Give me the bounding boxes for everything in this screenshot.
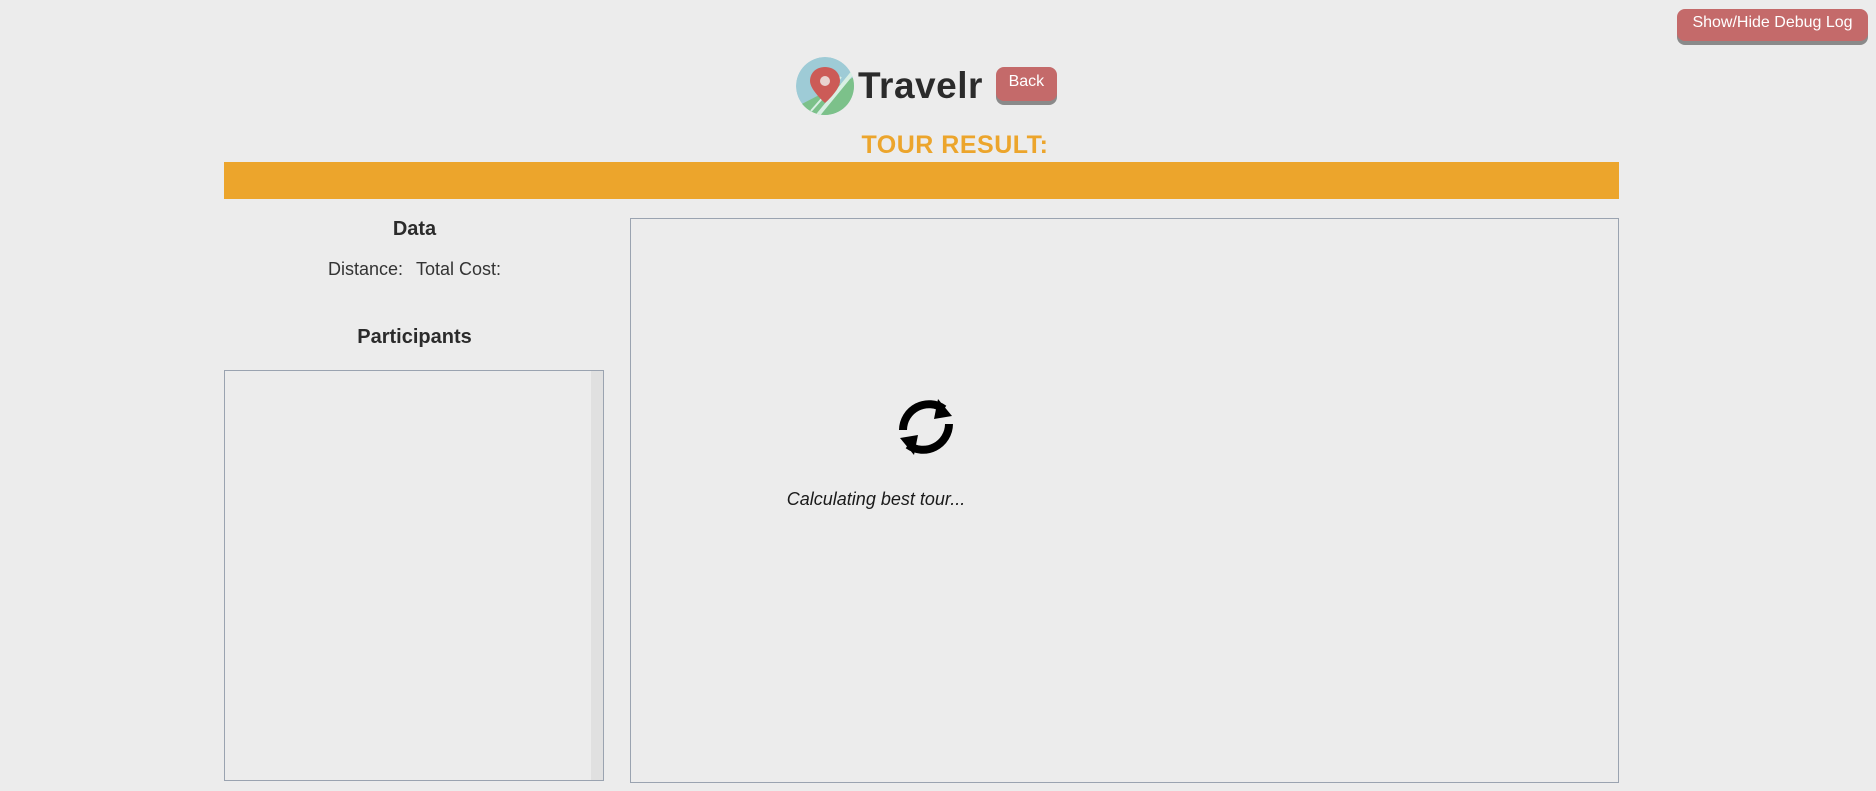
participants-scrollbar[interactable] [591, 371, 603, 780]
result-banner [224, 162, 1619, 199]
total-cost-label: Total Cost: [416, 259, 502, 279]
tour-map-panel[interactable]: Calculating best tour... [630, 218, 1619, 783]
loading-message: Calculating best tour... [786, 489, 966, 509]
data-summary: Distance: Total Cost: [224, 259, 605, 280]
participants-list[interactable] [224, 370, 604, 781]
back-button[interactable]: Back [995, 67, 1057, 101]
participants-heading: Participants [357, 326, 472, 348]
tour-result-heading: TOUR RESULT: [861, 131, 1049, 159]
data-heading: Data [392, 218, 437, 240]
refresh-icon [899, 399, 953, 455]
debug-log-toggle-button[interactable]: Show/Hide Debug Log [1677, 9, 1868, 41]
distance-label: Distance: [327, 259, 403, 279]
app-title: Travelr [858, 65, 983, 106]
app-header: Travelr Back [796, 56, 1057, 116]
map-pin-icon [796, 57, 854, 115]
